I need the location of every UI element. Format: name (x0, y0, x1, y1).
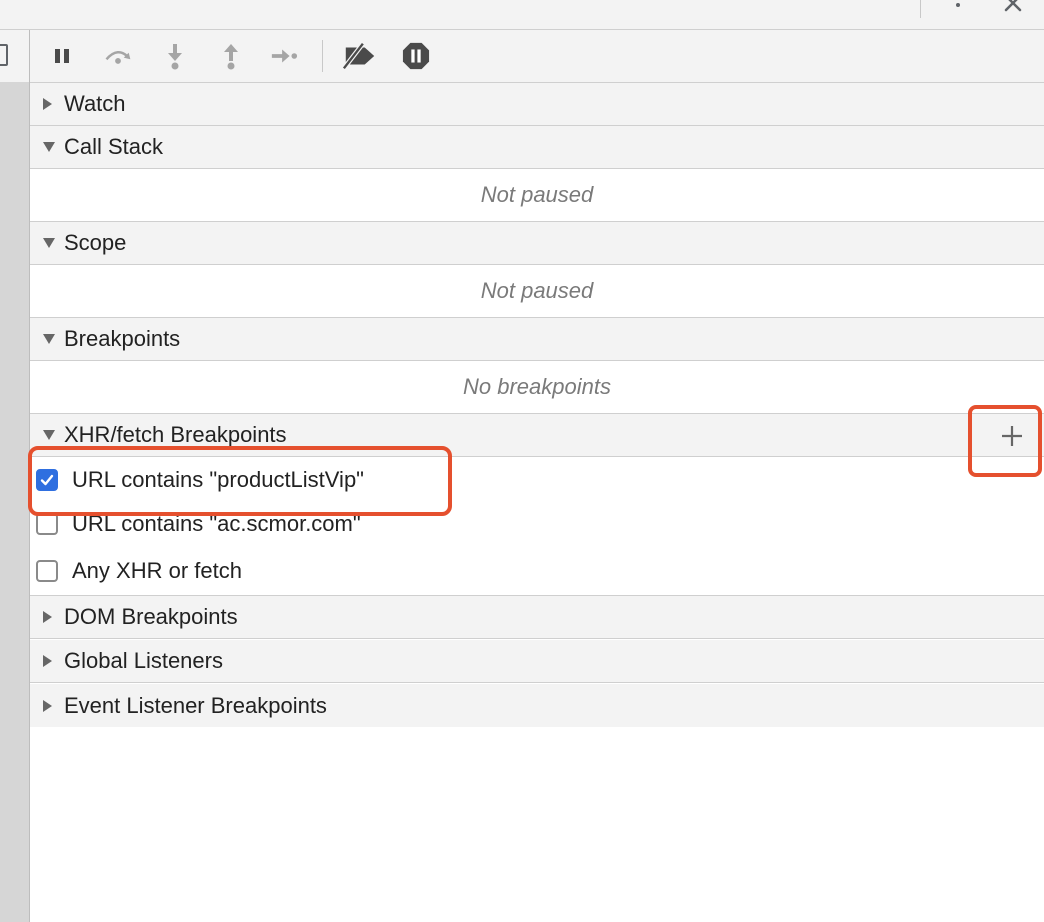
step-icon (271, 49, 298, 63)
breakpoint-label: URL contains "productListVip" (72, 467, 364, 492)
section-title: Call Stack (64, 134, 164, 159)
section-title: Event Listener Breakpoints (64, 692, 327, 718)
deactivate-breakpoints-icon (342, 42, 375, 70)
breakpoint-checkbox[interactable] (36, 559, 58, 582)
step-over-button[interactable] (104, 42, 132, 70)
step-into-icon (168, 44, 182, 70)
xhr-breakpoint-item[interactable]: URL contains "productListVip" (30, 458, 1044, 502)
section-call-stack[interactable]: Call Stack (30, 126, 1044, 169)
collapsed-arrow-icon (30, 684, 64, 727)
section-title: Watch (64, 91, 126, 116)
debugger-toolbar (30, 30, 1044, 83)
collapsed-arrow-icon (30, 640, 64, 683)
checkmark-icon (40, 474, 54, 486)
step-into-button[interactable] (161, 42, 189, 70)
section-title: Scope (64, 230, 127, 255)
section-title: DOM Breakpoints (64, 604, 238, 629)
breakpoint-label: URL contains "ac.scmor.com" (72, 511, 361, 536)
expanded-arrow-icon (30, 414, 64, 457)
add-xhr-breakpoint-button[interactable] (990, 418, 1034, 454)
top-bar-divider (920, 0, 921, 18)
pause-button[interactable] (48, 42, 76, 70)
xhr-breakpoint-item[interactable]: Any XHR or fetch (30, 546, 1044, 596)
kebab-menu-icon[interactable] (950, 0, 966, 18)
section-title: Breakpoints (64, 326, 181, 351)
toolbar-divider (322, 40, 323, 72)
plus-icon (1002, 426, 1022, 446)
breakpoints-status: No breakpoints (30, 361, 1044, 414)
expanded-arrow-icon (30, 126, 64, 169)
scope-status: Not paused (30, 265, 1044, 318)
section-global-listeners[interactable]: Global Listeners (30, 640, 1044, 683)
deactivate-breakpoints-button[interactable] (342, 42, 378, 70)
section-dom-breakpoints[interactable]: DOM Breakpoints (30, 596, 1044, 639)
pause-on-exceptions-icon (402, 42, 430, 70)
step-button[interactable] (270, 42, 298, 70)
xhr-breakpoint-item[interactable]: URL contains "ac.scmor.com" (30, 502, 1044, 546)
breakpoint-checkbox[interactable] (36, 513, 58, 535)
sidebar-toggle-icon (0, 44, 8, 66)
section-breakpoints[interactable]: Breakpoints (30, 318, 1044, 361)
section-xhr-fetch-breakpoints[interactable]: XHR/fetch Breakpoints (30, 414, 1044, 457)
navigator-strip (0, 30, 30, 922)
close-icon[interactable] (1000, 0, 1026, 16)
call-stack-status: Not paused (30, 169, 1044, 222)
section-title: Global Listeners (64, 648, 223, 673)
collapsed-arrow-icon (30, 83, 64, 126)
pause-on-exceptions-button[interactable] (402, 42, 430, 70)
devtools-top-bar (0, 0, 1044, 30)
section-title: XHR/fetch Breakpoints (64, 422, 287, 447)
expanded-arrow-icon (30, 222, 64, 265)
breakpoint-label: Any XHR or fetch (72, 557, 242, 583)
step-out-button[interactable] (217, 42, 245, 70)
toggle-navigator-button[interactable] (0, 30, 29, 82)
section-scope[interactable]: Scope (30, 222, 1044, 265)
step-out-icon (224, 44, 238, 70)
section-watch[interactable]: Watch (30, 83, 1044, 126)
step-over-icon (105, 51, 131, 64)
pause-icon (55, 49, 69, 63)
breakpoint-checkbox[interactable] (36, 469, 58, 491)
section-event-listener-breakpoints[interactable]: Event Listener Breakpoints (30, 684, 1044, 727)
expanded-arrow-icon (30, 318, 64, 361)
collapsed-arrow-icon (30, 596, 64, 639)
